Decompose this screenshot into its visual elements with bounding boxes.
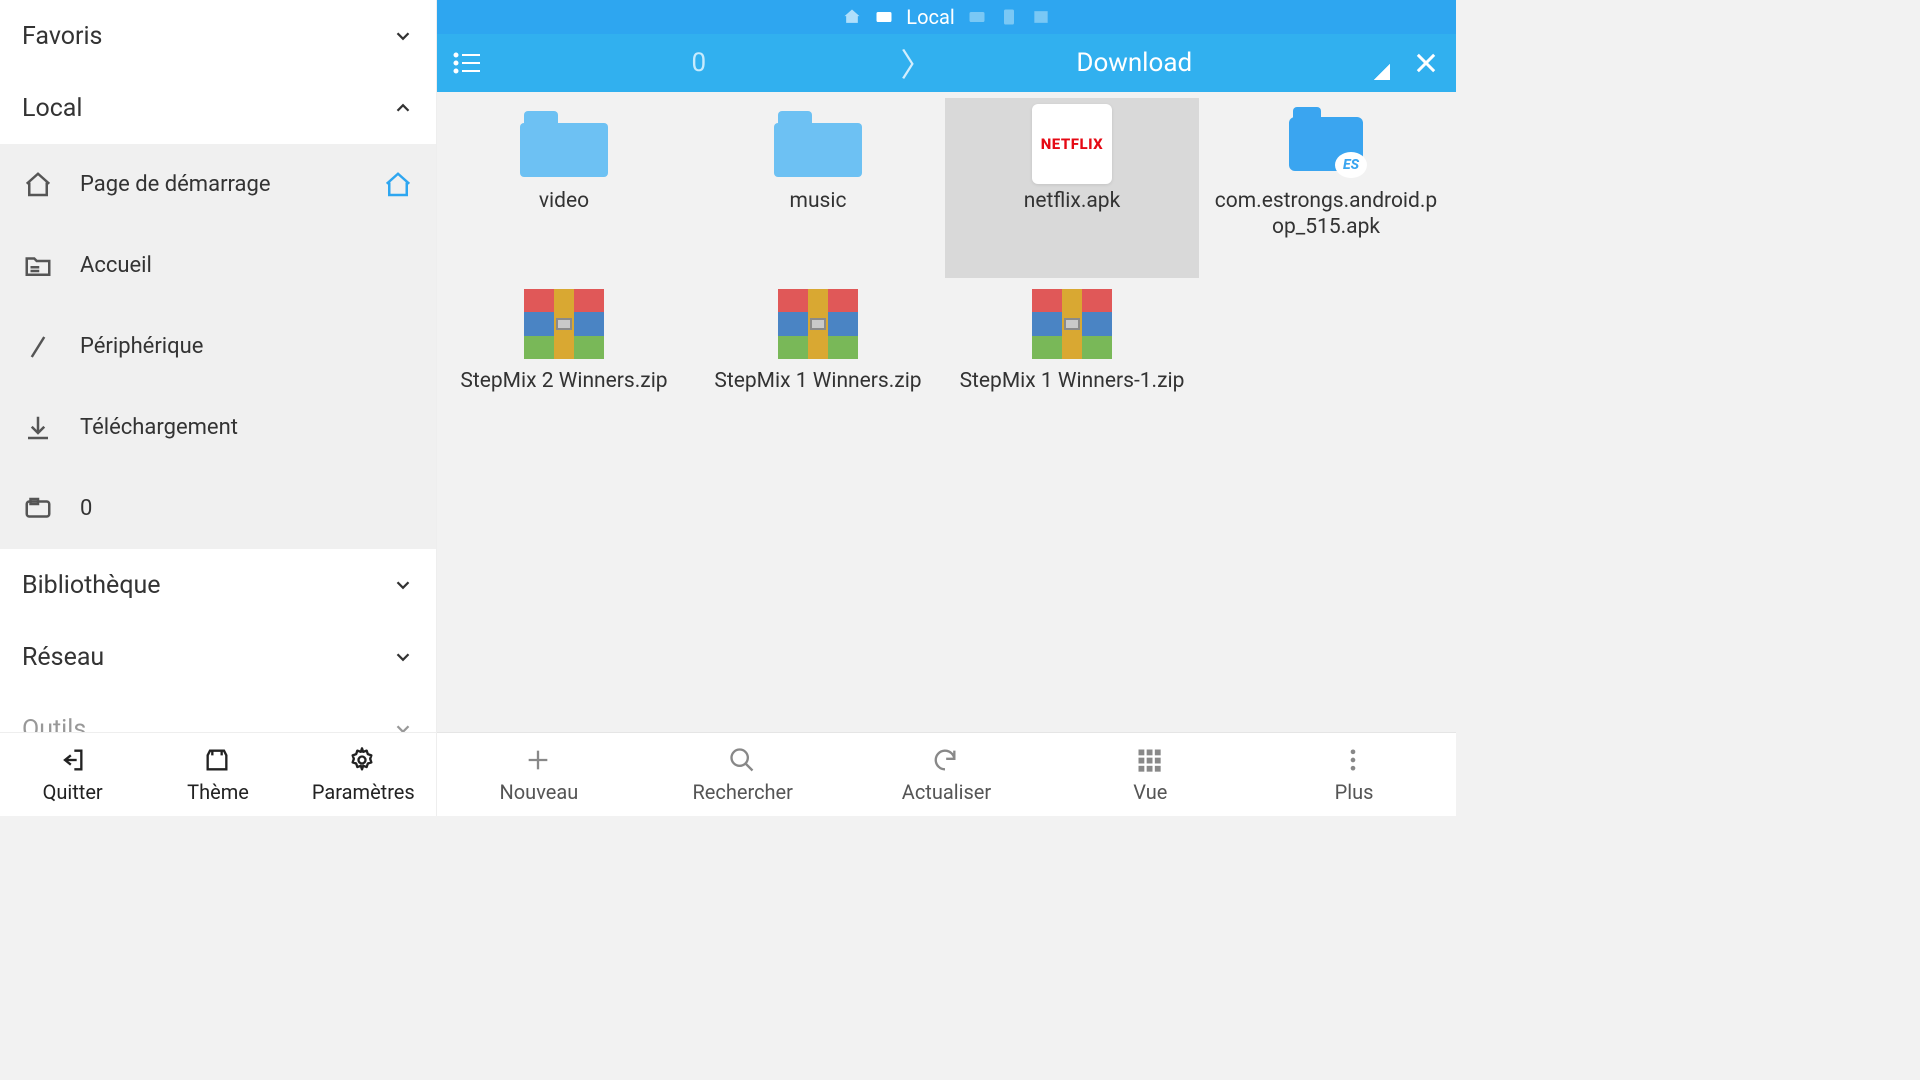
- sd-card-icon: [22, 493, 54, 525]
- file-item[interactable]: StepMix 1 Winners-1.zip: [945, 278, 1199, 458]
- file-item[interactable]: video: [437, 98, 691, 278]
- breadcrumb-item-download[interactable]: Download: [933, 48, 1337, 78]
- sidebar-item-label: Téléchargement: [80, 415, 238, 440]
- grid-icon: [1135, 746, 1165, 776]
- quit-label: Quitter: [43, 780, 103, 804]
- expand-path-icon[interactable]: [1374, 64, 1390, 80]
- sidebar-item-label: Périphérique: [80, 334, 203, 359]
- top-status-bar: Local: [437, 0, 1456, 34]
- slash-icon: [22, 331, 54, 363]
- home-icon: [842, 7, 862, 27]
- plus-icon: [524, 746, 554, 776]
- chevron-up-icon: [392, 97, 414, 119]
- file-label: StepMix 1 Winners-1.zip: [960, 368, 1185, 394]
- sidebar-group-label: Réseau: [22, 643, 104, 672]
- top-location-label: Local: [906, 5, 954, 29]
- apk-icon: NETFLIX: [1027, 106, 1117, 182]
- breadcrumb-item-0[interactable]: 0: [497, 48, 901, 78]
- download-icon: [22, 412, 54, 444]
- theme-icon: [203, 746, 233, 776]
- sidebar-group-label: Favoris: [22, 22, 102, 51]
- more-label: Plus: [1335, 780, 1374, 804]
- breadcrumb: 0 〉 Download: [497, 40, 1396, 86]
- view-button[interactable]: Vue: [1048, 733, 1252, 816]
- theme-label: Thème: [187, 780, 249, 804]
- file-label: music: [790, 188, 847, 214]
- folder-icon: [519, 106, 609, 182]
- quit-button[interactable]: Quitter: [0, 733, 145, 816]
- path-toolbar: 0 〉 Download: [437, 34, 1456, 92]
- sidebar-item-sdcard[interactable]: 0: [0, 468, 436, 549]
- tab-icon: [967, 7, 987, 27]
- window-icon: [1031, 7, 1051, 27]
- new-button[interactable]: Nouveau: [437, 733, 641, 816]
- zip-icon: [773, 286, 863, 362]
- sidebar-item-startpage[interactable]: Page de démarrage: [0, 144, 436, 225]
- search-button[interactable]: Rechercher: [641, 733, 845, 816]
- file-item[interactable]: ES com.estrongs.android.pop_515.apk: [1199, 98, 1453, 278]
- view-label: Vue: [1133, 780, 1167, 804]
- list-view-icon[interactable]: [437, 51, 497, 75]
- theme-button[interactable]: Thème: [145, 733, 290, 816]
- close-button[interactable]: [1396, 49, 1456, 77]
- sidebar-group-label: Bibliothèque: [22, 571, 161, 600]
- gear-icon: [348, 746, 378, 776]
- sidebar-group-label: Outils: [22, 715, 86, 733]
- apk-icon: ES: [1281, 106, 1371, 182]
- refresh-label: Actualiser: [902, 780, 991, 804]
- more-vertical-icon: [1339, 746, 1369, 776]
- more-button[interactable]: Plus: [1252, 733, 1456, 816]
- file-grid: video music NETFLIX netflix.apk ES com.e…: [437, 92, 1456, 732]
- home-icon: [22, 169, 54, 201]
- refresh-icon: [931, 746, 961, 776]
- chevron-down-icon: [392, 718, 414, 732]
- chevron-down-icon: [392, 574, 414, 596]
- exit-icon: [58, 746, 88, 776]
- sidebar-group-local[interactable]: Local: [0, 72, 436, 144]
- sidebar-item-label: Page de démarrage: [80, 172, 271, 197]
- folder-icon: [773, 106, 863, 182]
- tab-icon: [874, 7, 894, 27]
- settings-label: Paramètres: [312, 780, 415, 804]
- settings-button[interactable]: Paramètres: [291, 733, 436, 816]
- file-item[interactable]: StepMix 2 Winners.zip: [437, 278, 691, 458]
- device-icon: [999, 7, 1019, 27]
- sidebar-group-tools[interactable]: Outils: [0, 693, 436, 732]
- sidebar-group-network[interactable]: Réseau: [0, 621, 436, 693]
- file-label: com.estrongs.android.pop_515.apk: [1211, 188, 1441, 241]
- sidebar-item-label: Accueil: [80, 253, 152, 278]
- sidebar-item-device[interactable]: Périphérique: [0, 306, 436, 387]
- file-label: StepMix 1 Winners.zip: [714, 368, 921, 394]
- sidebar: Favoris Local Page de démarrage: [0, 0, 437, 816]
- file-label: StepMix 2 Winners.zip: [460, 368, 667, 394]
- action-bar: Nouveau Rechercher Actualiser Vue: [437, 732, 1456, 816]
- new-label: Nouveau: [500, 780, 579, 804]
- file-item[interactable]: music: [691, 98, 945, 278]
- sidebar-item-download[interactable]: Téléchargement: [0, 387, 436, 468]
- sidebar-bottom-bar: Quitter Thème Paramètres: [0, 732, 436, 816]
- zip-icon: [1027, 286, 1117, 362]
- search-label: Rechercher: [692, 780, 792, 804]
- sidebar-item-label: 0: [80, 496, 92, 521]
- home-active-icon: [382, 169, 414, 201]
- zip-icon: [519, 286, 609, 362]
- chevron-down-icon: [392, 646, 414, 668]
- refresh-button[interactable]: Actualiser: [845, 733, 1049, 816]
- sidebar-item-home[interactable]: Accueil: [0, 225, 436, 306]
- file-label: netflix.apk: [1024, 188, 1120, 214]
- sidebar-group-favoris[interactable]: Favoris: [0, 0, 436, 72]
- chevron-down-icon: [392, 25, 414, 47]
- file-label: video: [539, 188, 589, 214]
- file-item[interactable]: StepMix 1 Winners.zip: [691, 278, 945, 458]
- sidebar-group-library[interactable]: Bibliothèque: [0, 549, 436, 621]
- sidebar-group-label: Local: [22, 94, 83, 123]
- folder-list-icon: [22, 250, 54, 282]
- file-item-selected[interactable]: NETFLIX netflix.apk: [945, 98, 1199, 278]
- breadcrumb-separator: 〉: [901, 40, 933, 86]
- sidebar-local-items: Page de démarrage Accueil: [0, 144, 436, 549]
- search-icon: [728, 746, 758, 776]
